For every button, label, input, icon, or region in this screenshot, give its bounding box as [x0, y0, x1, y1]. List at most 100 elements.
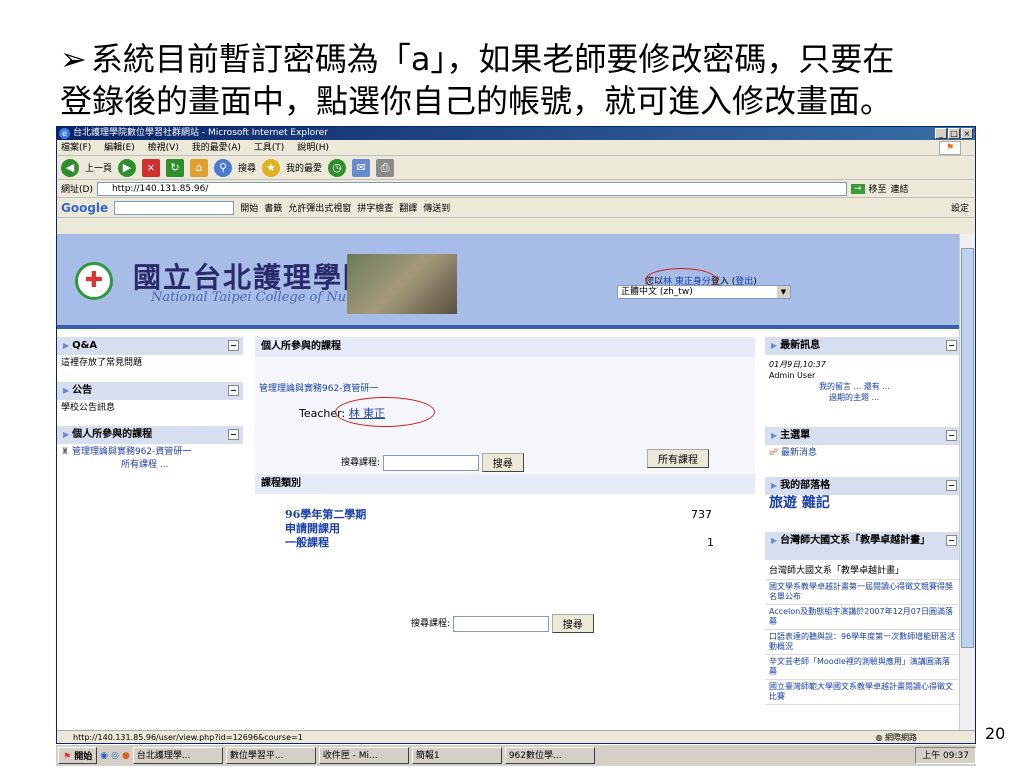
google-translate[interactable]: 翻譯: [399, 201, 417, 214]
category-search-button[interactable]: 搜尋: [551, 614, 594, 633]
school-name-en: National Taipei College of Nursing: [151, 290, 380, 305]
qa-block: ▶ Q&A − 這裡存放了常見問題: [57, 337, 243, 372]
latest-title: 最新訊息: [780, 340, 821, 351]
google-search-input[interactable]: [114, 200, 235, 215]
project-item-3[interactable]: 口語表達的聽與說：96學年度第一次數師增能研習活動概況: [765, 630, 961, 655]
google-popup[interactable]: 允許彈出式視窗: [288, 201, 351, 214]
blog-title: 我的部落格: [780, 480, 831, 491]
windows-flag-icon: ⚑: [63, 752, 72, 762]
project-item-1[interactable]: 國文學系教學卓越計畫第一屆閱讀心得徵文競賽得獎名單公布: [765, 580, 961, 605]
title-line-1: 系統目前暫訂密碼為「a」，如果老師要修改密碼，只要在: [90, 40, 895, 78]
collapse-icon[interactable]: −: [946, 340, 957, 351]
quicklaunch-icon-3[interactable]: ●: [122, 751, 130, 761]
start-button[interactable]: ⚑ 開始: [58, 747, 98, 764]
category-3[interactable]: 一般課程: [285, 536, 366, 550]
google-send[interactable]: 傳送到: [423, 201, 450, 214]
school-logo-icon: ✚: [75, 262, 113, 300]
collapse-icon[interactable]: −: [228, 385, 239, 396]
window-title: 台北護理學院數位學習社群網站 - Microsoft Internet Expl…: [73, 128, 328, 138]
project-item-5[interactable]: 國立臺灣師範大學國文系教學卓越計畫閱讀心得徵文比賽: [765, 680, 961, 705]
collapse-icon[interactable]: −: [946, 430, 957, 441]
menu-news-link[interactable]: 最新消息: [781, 448, 817, 458]
collapse-icon[interactable]: −: [946, 535, 957, 546]
all-courses-button[interactable]: 所有課程: [647, 449, 709, 468]
task-3[interactable]: 收件匣 - Mi...: [318, 747, 409, 764]
blog-block: ▶ 我的部落格 − 旅遊 雜記: [765, 477, 961, 512]
back-label[interactable]: 上一頁: [85, 161, 112, 174]
latest-news-block: ▶ 最新訊息 − 01月9日,10:37 Admin User 我的留言 ... 還…: [765, 337, 961, 405]
collapse-icon[interactable]: −: [228, 429, 239, 440]
news-title: 公告: [72, 385, 93, 396]
course-link[interactable]: 管理理論與實務962-資管研一: [259, 381, 378, 394]
forward-icon[interactable]: ▶: [118, 158, 137, 177]
left-course-link[interactable]: 管理理論與實務962-資管研一: [72, 447, 191, 457]
project-block: ▶ 台灣師大國文系「教學卓越計畫」 − 台灣師大國文系「教學卓越計畫」 國文學系教學…: [765, 532, 961, 705]
course-search-input[interactable]: [382, 454, 479, 471]
highlight-circle-teacher: [335, 397, 435, 427]
courses-title: 個人所參與的課程: [72, 429, 153, 440]
search-icon[interactable]: ⚲: [214, 158, 233, 177]
menu-edit[interactable]: 編輯(E): [104, 143, 135, 153]
quicklaunch-icon[interactable]: ◉: [100, 751, 108, 761]
category-2[interactable]: 申請開課用: [285, 522, 366, 536]
task-5[interactable]: 962數位學...: [504, 747, 595, 764]
blog-logo[interactable]: 旅遊 雜記: [765, 495, 961, 512]
toolbar: ◀ 上一頁 ▶ × ↻ ⌂ ⚲ 搜尋 ★ 我的最愛 ◷ ✉ ⎙: [57, 156, 975, 180]
history-icon[interactable]: ◷: [328, 158, 347, 177]
google-spell[interactable]: 拼字檢查: [357, 201, 393, 214]
address-input[interactable]: http://140.131.85.96/: [96, 181, 847, 196]
course-icon: ♜: [61, 447, 70, 457]
mail-icon[interactable]: ✉: [352, 158, 371, 177]
google-bookmarks[interactable]: 書籤: [264, 201, 282, 214]
minimize-button[interactable]: _: [935, 128, 947, 139]
project-item-4[interactable]: 辛文芸老師「Moodle裡的測驗與應用」演講圓滿落幕: [765, 655, 961, 680]
scroll-thumb[interactable]: [961, 248, 974, 648]
google-start[interactable]: 開始: [240, 201, 258, 214]
left-all-courses-link[interactable]: 所有課程 ...: [121, 460, 168, 470]
collapse-icon[interactable]: −: [228, 340, 239, 351]
menu-help[interactable]: 說明(H): [297, 143, 329, 153]
print-icon[interactable]: ⎙: [376, 158, 395, 177]
taskbar: ⚑ 開始 ◉ ◎ ● 台北護理學... 數位學習平... 收件匣 - Mi...…: [56, 744, 976, 766]
menu-favorites[interactable]: 我的最愛(A): [192, 143, 241, 153]
task-2[interactable]: 數位學習平...: [225, 747, 316, 764]
go-icon[interactable]: →: [850, 183, 865, 194]
course-search-row: 搜尋課程: 搜尋: [341, 453, 524, 472]
go-button[interactable]: 移至: [869, 182, 887, 195]
menu-view[interactable]: 檢視(V): [148, 143, 179, 153]
language-select[interactable]: 正體中文 (zh_tw) ▼: [617, 285, 791, 299]
project-item-2[interactable]: Accelon及動態組字演講於2007年12月07日圓滿落幕: [765, 605, 961, 630]
latest-msg[interactable]: 我的留言 ... 還有 ...: [769, 381, 957, 392]
refresh-icon[interactable]: ↻: [166, 158, 185, 177]
menu-tools[interactable]: 工具(T): [254, 143, 285, 153]
address-label: 網址(D): [61, 185, 93, 195]
triangle-icon: ▶: [63, 386, 70, 395]
task-4[interactable]: 簡報1: [411, 747, 502, 764]
course-search-button[interactable]: 搜尋: [481, 453, 524, 472]
category-1[interactable]: 96學年第二學期: [285, 508, 366, 522]
maximize-button[interactable]: □: [948, 128, 960, 139]
favorites-label[interactable]: 我的最愛: [286, 161, 322, 174]
clock[interactable]: 上午 09:37: [922, 751, 969, 761]
back-icon[interactable]: ◀: [61, 158, 79, 177]
status-bar: http://140.131.85.96/user/view.php?id=12…: [57, 730, 975, 743]
categories-block: 課程類別 96學年第二學期 申請開課用 一般課程 737 1 搜尋課程: 搜尋: [255, 474, 755, 644]
search-label[interactable]: 搜尋: [238, 161, 256, 174]
favorites-icon[interactable]: ★: [262, 158, 281, 177]
triangle-icon: ▶: [771, 481, 778, 490]
latest-more[interactable]: 過期的主題 ...: [769, 392, 957, 403]
category-search-input[interactable]: [452, 615, 549, 632]
quicklaunch-icon-2[interactable]: ◎: [111, 751, 119, 761]
collapse-icon[interactable]: −: [946, 480, 957, 491]
google-settings[interactable]: 設定: [951, 201, 969, 214]
vertical-scrollbar[interactable]: [959, 234, 975, 730]
home-icon[interactable]: ⌂: [190, 158, 209, 177]
close-button[interactable]: ×: [961, 128, 973, 139]
browser-window: e 台北護理學院數位學習社群網站 - Microsoft Internet Ex…: [56, 126, 976, 744]
links-label[interactable]: 連結: [891, 182, 909, 195]
stop-icon[interactable]: ×: [142, 158, 161, 177]
my-courses-title: 個人所參與的課程: [255, 337, 755, 357]
menu-file[interactable]: 檔案(F): [61, 143, 91, 153]
google-logo: Google: [61, 200, 109, 215]
task-1[interactable]: 台北護理學...: [132, 747, 223, 764]
